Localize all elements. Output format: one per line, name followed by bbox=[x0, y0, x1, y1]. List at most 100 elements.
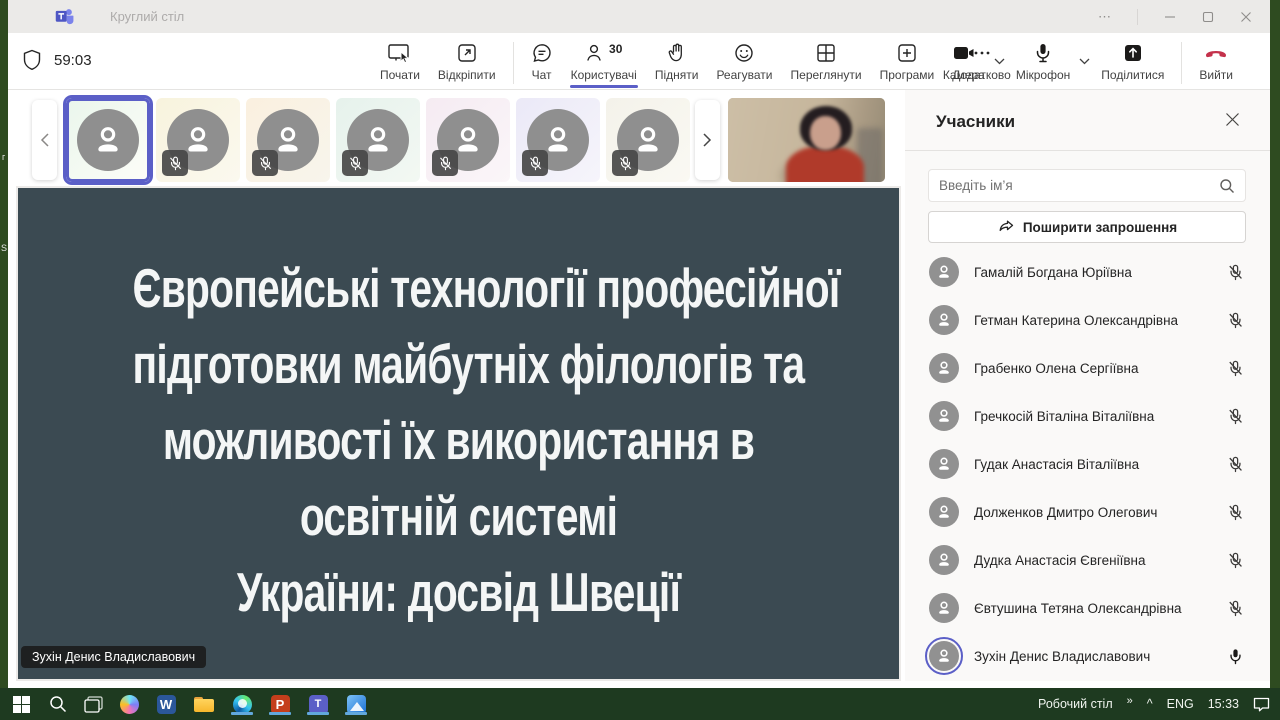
avatar bbox=[929, 593, 959, 623]
maximize-button[interactable] bbox=[1202, 11, 1214, 23]
close-button[interactable] bbox=[1240, 11, 1252, 23]
people-button[interactable]: 30 Користувачі bbox=[562, 38, 646, 82]
mic-muted-icon[interactable] bbox=[1227, 456, 1244, 473]
share-invite-button[interactable]: Поширити запрошення bbox=[928, 211, 1246, 243]
participant-tile[interactable] bbox=[336, 98, 420, 182]
edge-icon[interactable] bbox=[231, 693, 253, 715]
copilot-icon[interactable] bbox=[118, 693, 140, 715]
unpin-button[interactable]: Відкріпити bbox=[429, 38, 505, 82]
search-input[interactable] bbox=[939, 178, 1219, 193]
camera-dropdown-chevron[interactable] bbox=[994, 52, 1005, 70]
task-view-icon[interactable] bbox=[82, 693, 104, 715]
mic-muted-icon[interactable] bbox=[1227, 264, 1244, 281]
chat-bubble-icon bbox=[531, 41, 553, 65]
desktop-toolbar-label[interactable]: Робочий стіл bbox=[1038, 697, 1113, 711]
participant-search-box bbox=[928, 169, 1246, 202]
avatar bbox=[929, 257, 959, 287]
avatar bbox=[929, 449, 959, 479]
participant-row[interactable]: Дудка Анастасія Євгеніївна bbox=[905, 536, 1270, 584]
participant-name: Дудка Анастасія Євгеніївна bbox=[974, 553, 1227, 568]
mic-muted-icon bbox=[252, 150, 278, 176]
meeting-content: Європейські технології професійної підго… bbox=[8, 90, 1270, 688]
teams-active-indicator bbox=[307, 712, 329, 715]
grid-view-icon bbox=[815, 41, 837, 65]
mic-muted-icon[interactable] bbox=[1227, 600, 1244, 617]
mic-muted-icon[interactable] bbox=[1227, 360, 1244, 377]
slide-title-text: Європейські технології професійної підго… bbox=[133, 188, 785, 630]
popout-icon bbox=[456, 41, 478, 65]
photos-icon[interactable] bbox=[345, 693, 367, 715]
mic-muted-icon[interactable] bbox=[1227, 312, 1244, 329]
participant-tile[interactable] bbox=[66, 98, 150, 182]
start-recording-button[interactable]: Почати bbox=[371, 38, 429, 82]
show-hidden-icons[interactable]: ^ bbox=[1147, 697, 1153, 711]
participant-name: Гудак Анастасія Віталіївна bbox=[974, 457, 1227, 472]
microphone-button[interactable]: Мікрофон bbox=[1007, 38, 1079, 82]
participant-row[interactable]: Грабенко Олена Сергіївна bbox=[905, 344, 1270, 392]
clock[interactable]: 15:33 bbox=[1208, 697, 1239, 711]
avatar bbox=[929, 353, 959, 383]
start-button-icon[interactable] bbox=[10, 693, 32, 715]
filmstrip-next-button[interactable] bbox=[695, 100, 720, 180]
share-tray-icon bbox=[1122, 41, 1144, 65]
participant-row[interactable]: Зухін Денис Владиславович bbox=[905, 632, 1270, 680]
microphone-dropdown-chevron[interactable] bbox=[1079, 52, 1090, 70]
powerpoint-icon[interactable]: P bbox=[269, 693, 291, 715]
react-button[interactable]: Реагувати bbox=[707, 38, 781, 82]
participants-count-badge: 30 bbox=[609, 42, 622, 56]
participant-row[interactable]: Гудак Анастасія Віталіївна bbox=[905, 440, 1270, 488]
mic-muted-icon[interactable] bbox=[1227, 552, 1244, 569]
view-button[interactable]: Переглянути bbox=[782, 38, 871, 82]
participant-tile[interactable] bbox=[156, 98, 240, 182]
mic-muted-icon bbox=[612, 150, 638, 176]
toolbar-chevrons[interactable]: » bbox=[1127, 695, 1133, 707]
microphone-icon bbox=[1032, 41, 1054, 65]
avatar bbox=[929, 497, 959, 527]
windows-taskbar: W P T Робочий стіл » ^ ENG 15:33 bbox=[0, 688, 1280, 720]
mic-muted-icon[interactable] bbox=[1227, 504, 1244, 521]
participant-name: Євтушина Тетяна Олександрівна bbox=[974, 601, 1227, 616]
leave-button[interactable]: Вийти bbox=[1190, 38, 1242, 82]
window-title: Круглий стіл bbox=[110, 9, 184, 24]
participant-tile[interactable] bbox=[426, 98, 510, 182]
language-indicator[interactable]: ENG bbox=[1167, 697, 1194, 711]
teams-taskbar-icon[interactable]: T bbox=[307, 693, 329, 715]
file-explorer-icon[interactable] bbox=[193, 693, 215, 715]
participant-row[interactable]: Гетман Катерина Олександрівна bbox=[905, 296, 1270, 344]
toolbar-divider bbox=[513, 42, 514, 84]
camera-button[interactable]: Камера bbox=[934, 38, 994, 82]
notification-icon[interactable] bbox=[1253, 697, 1270, 712]
participant-name: Зухін Денис Владиславович bbox=[974, 649, 1227, 664]
photos-active-indicator bbox=[345, 712, 367, 715]
presenter-name-label: Зухін Денис Владиславович bbox=[21, 646, 206, 668]
participant-tile[interactable] bbox=[246, 98, 330, 182]
avatar bbox=[929, 641, 959, 671]
participant-row[interactable]: Долженков Дмитро Олегович bbox=[905, 488, 1270, 536]
shared-screen-stage[interactable]: Європейські технології професійної підго… bbox=[16, 186, 901, 681]
titlebar-more-icon[interactable]: ⋯ bbox=[1098, 9, 1111, 25]
apps-button[interactable]: Програми bbox=[871, 38, 944, 82]
search-icon[interactable] bbox=[1219, 178, 1235, 194]
participant-row[interactable]: Євтушина Тетяна Олександрівна bbox=[905, 584, 1270, 632]
taskbar-search-icon[interactable] bbox=[47, 693, 69, 715]
mic-muted-icon[interactable] bbox=[1227, 408, 1244, 425]
share-button[interactable]: Поділитися bbox=[1092, 38, 1173, 82]
participant-tile[interactable] bbox=[606, 98, 690, 182]
participant-row[interactable]: Гамалій Богдана Юріївна bbox=[905, 248, 1270, 296]
chat-button[interactable]: Чат bbox=[522, 38, 562, 82]
shield-icon bbox=[22, 49, 42, 71]
plus-square-icon bbox=[896, 41, 918, 65]
participant-row[interactable]: Гречкосій Віталіна Віталіївна bbox=[905, 392, 1270, 440]
mic-on-icon[interactable] bbox=[1227, 648, 1244, 665]
filmstrip-prev-button[interactable] bbox=[32, 100, 57, 180]
participant-tile[interactable] bbox=[516, 98, 600, 182]
participant-video-tile[interactable] bbox=[728, 98, 885, 182]
word-icon[interactable]: W bbox=[155, 693, 177, 715]
panel-close-icon[interactable] bbox=[1225, 112, 1240, 132]
panel-divider bbox=[905, 150, 1270, 151]
raise-hand-button[interactable]: Підняти bbox=[646, 38, 708, 82]
edge-active-indicator bbox=[231, 712, 253, 715]
minimize-button[interactable] bbox=[1164, 11, 1176, 23]
mic-muted-icon bbox=[162, 150, 188, 176]
title-bar: Круглий стіл ⋯ bbox=[8, 0, 1270, 33]
